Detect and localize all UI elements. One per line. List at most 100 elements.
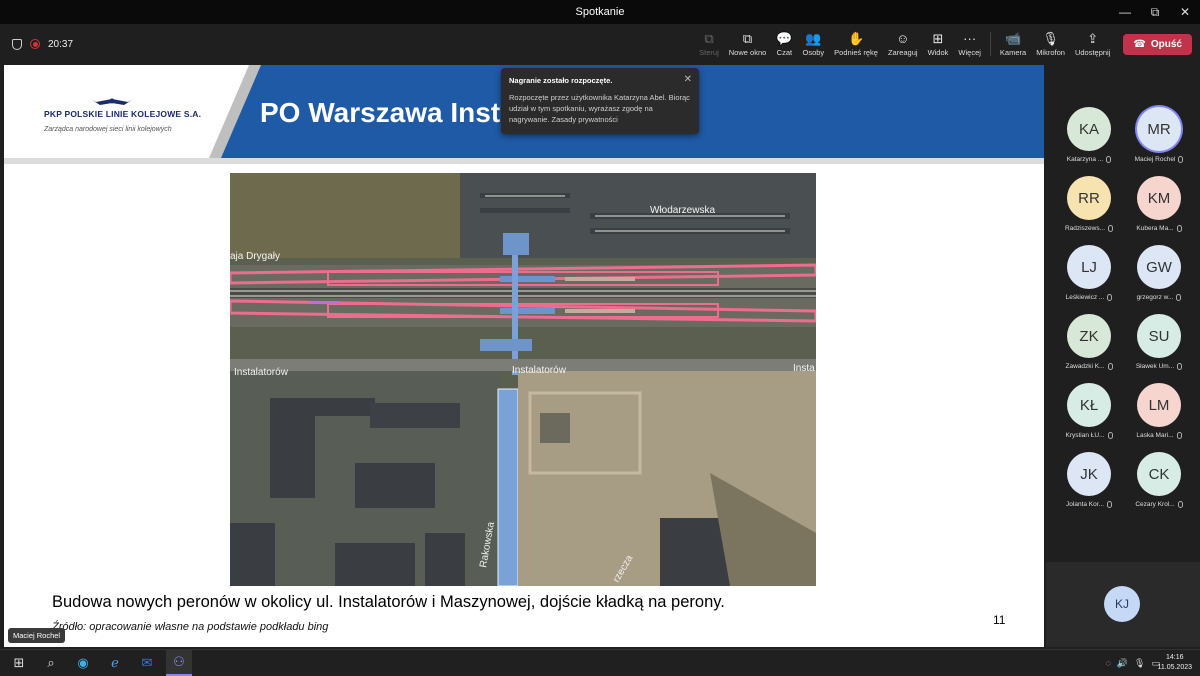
people-button[interactable]: 👥 Osoby bbox=[797, 24, 829, 64]
audio-icon[interactable]: 🔊 bbox=[1117, 658, 1128, 669]
new-window-button-label: Nowe okno bbox=[728, 47, 767, 57]
mic-muted-icon bbox=[1176, 225, 1182, 232]
slide-source: Źródło: opracowanie własne na podstawie … bbox=[52, 621, 329, 633]
participant-avatar: SU bbox=[1137, 314, 1181, 358]
window-controls: — ⧉ ✕ bbox=[1110, 0, 1200, 24]
participant-avatar: LM bbox=[1137, 383, 1181, 427]
participant-tile[interactable]: SU Sławek Um... bbox=[1124, 314, 1194, 376]
take-control-button[interactable]: ⧉ Steruj bbox=[694, 24, 724, 64]
participant-tile[interactable]: MR Maciej Rochel bbox=[1124, 107, 1194, 169]
slide-title: PO Warszawa Inst bbox=[260, 97, 501, 128]
mic-muted-icon bbox=[1106, 156, 1112, 163]
participants-panel: KA Katarzyna ... MR Maciej Rochel RR Radzisze… bbox=[1046, 65, 1200, 647]
notification-body: Rozpoczęte przez użytkownika Katarzyna A… bbox=[509, 93, 690, 124]
participant-name-row: Zawadzki K... bbox=[1065, 363, 1113, 370]
participant-tile[interactable]: KŁ Krystian ŁU... bbox=[1054, 383, 1124, 445]
participant-name-row: Leśkiewicz ... bbox=[1066, 294, 1113, 301]
windows-taskbar: ⊞ ⌕ ◉ ℯ ✉ ⚇ ◌ 🔊 🎙 ▭ 14:16 11.05.2023 bbox=[0, 649, 1200, 676]
recording-notification: Nagranie zostało rozpoczęte. Rozpoczęte … bbox=[501, 68, 699, 134]
participant-avatar: RR bbox=[1067, 176, 1111, 220]
participant-name: Jolanta Kor... bbox=[1066, 501, 1104, 508]
new-window-icon: ⧉ bbox=[742, 30, 753, 46]
participant-tile[interactable]: LJ Leśkiewicz ... bbox=[1054, 245, 1124, 307]
participant-name-row: Cezary Krol... bbox=[1135, 501, 1183, 508]
participant-tile[interactable]: ZK Zawadzki K... bbox=[1054, 314, 1124, 376]
outlook-icon[interactable]: ✉ bbox=[134, 650, 160, 676]
participant-tile[interactable]: JK Jolanta Kor... bbox=[1054, 452, 1124, 514]
mic-muted-icon bbox=[1106, 501, 1112, 508]
pkp-logo: PKP POLSKIE LINIE KOLEJOWE S.A. Zarządca… bbox=[4, 65, 249, 158]
leave-button[interactable]: ☎ Opuść bbox=[1123, 33, 1192, 55]
new-window-button[interactable]: ⧉ Nowe okno bbox=[724, 24, 772, 64]
raise-hand-icon: ✋ bbox=[847, 30, 865, 46]
close-icon[interactable]: ✕ bbox=[684, 74, 692, 85]
taskbar-date: 11.05.2023 bbox=[1157, 664, 1192, 671]
participant-name-row: Sławek Um... bbox=[1135, 363, 1183, 370]
react-button-label: Zareaguj bbox=[887, 47, 918, 57]
self-avatar: KJ bbox=[1104, 586, 1140, 622]
view-button[interactable]: ⊞ Widok bbox=[923, 24, 954, 64]
meeting-controls: ⧉ Steruj ⧉ Nowe okno 💬 Czat 👥 Osoby ✋ Podnieś ręk… bbox=[694, 24, 1192, 64]
participant-name-row: Radziszews... bbox=[1065, 225, 1114, 232]
participant-name: Sławek Um... bbox=[1135, 363, 1175, 370]
window-title: Spotkanie bbox=[575, 6, 625, 18]
participant-avatar: LJ bbox=[1067, 245, 1111, 289]
react-icon: ☺ bbox=[896, 30, 910, 46]
logo-company-name: PKP POLSKIE LINIE KOLEJOWE S.A. bbox=[44, 109, 202, 119]
take-control-icon: ⧉ bbox=[704, 30, 714, 46]
participant-name-row: Laska Mari... bbox=[1136, 432, 1182, 439]
mic-muted-icon bbox=[1107, 363, 1113, 370]
participant-tile[interactable]: GW grzegorz w... bbox=[1124, 245, 1194, 307]
slide-caption: Budowa nowych peronów w okolicy ul. Inst… bbox=[52, 593, 725, 611]
participant-name: Zawadzki K... bbox=[1065, 363, 1105, 370]
mic-muted-icon bbox=[1108, 225, 1114, 232]
microphone-tray-icon[interactable]: 🎙 bbox=[1134, 658, 1145, 669]
participant-tile[interactable]: KM Kubera Ma... bbox=[1124, 176, 1194, 238]
aerial-map: Włodarzewska aja Drygały Instalatorów In… bbox=[230, 173, 816, 586]
maximize-button[interactable]: ⧉ bbox=[1140, 0, 1170, 24]
chat-button[interactable]: 💬 Czat bbox=[771, 24, 797, 64]
microphone-button-label: Mikrofon bbox=[1036, 47, 1065, 57]
participant-avatar: KA bbox=[1067, 107, 1111, 151]
edge-icon[interactable]: ◉ bbox=[70, 650, 96, 676]
aerial-map-image: Włodarzewska aja Drygały Instalatorów In… bbox=[230, 173, 816, 586]
participant-tile[interactable]: LM Laska Mari... bbox=[1124, 383, 1194, 445]
participant-tile[interactable]: CK Cezary Krol... bbox=[1124, 452, 1194, 514]
participant-name: Leśkiewicz ... bbox=[1065, 294, 1105, 301]
view-button-label: Widok bbox=[927, 47, 949, 57]
self-view: KJ bbox=[1046, 562, 1200, 647]
participant-name: Laska Mari... bbox=[1136, 432, 1174, 439]
recording-icon bbox=[30, 39, 40, 49]
more-button[interactable]: ··· Więcej bbox=[953, 24, 986, 64]
teams-icon[interactable]: ⚇ bbox=[166, 650, 192, 676]
more-button-label: Więcej bbox=[958, 47, 981, 57]
internet-explorer-icon[interactable]: ℯ bbox=[102, 650, 128, 676]
close-window-button[interactable]: ✕ bbox=[1170, 0, 1200, 24]
search-icon[interactable]: ⌕ bbox=[38, 650, 64, 676]
participant-name: Katarzyna ... bbox=[1066, 156, 1104, 163]
share-button[interactable]: ⇪ Udostępnij bbox=[1070, 24, 1115, 64]
participant-name: Kubera Ma... bbox=[1136, 225, 1174, 232]
mic-muted-icon bbox=[1107, 294, 1113, 301]
camera-button[interactable]: 📹 Kamera bbox=[995, 24, 1031, 64]
participant-tile[interactable]: RR Radziszews... bbox=[1054, 176, 1124, 238]
more-icon: ··· bbox=[963, 30, 977, 46]
raise-hand-button[interactable]: ✋ Podnieś rękę bbox=[829, 24, 883, 64]
microphone-button[interactable]: 🎙 Mikrofon bbox=[1031, 24, 1070, 64]
taskbar-clock[interactable]: 14:16 11.05.2023 bbox=[1157, 653, 1192, 673]
camera-button-label: Kamera bbox=[999, 47, 1027, 57]
chat-button-label: Czat bbox=[776, 47, 793, 57]
mic-muted-icon bbox=[1178, 156, 1184, 163]
participant-tile[interactable]: KA Katarzyna ... bbox=[1054, 107, 1124, 169]
chat-icon: 💬 bbox=[776, 30, 793, 46]
participant-avatar: KŁ bbox=[1067, 383, 1111, 427]
view-icon: ⊞ bbox=[932, 30, 944, 46]
windows-start-icon[interactable]: ⊞ bbox=[6, 650, 32, 676]
minimize-button[interactable]: — bbox=[1110, 0, 1140, 24]
mic-muted-icon bbox=[1177, 501, 1183, 508]
mic-muted-icon bbox=[1176, 432, 1182, 439]
react-button[interactable]: ☺ Zareaguj bbox=[883, 24, 923, 64]
pkp-wings-icon bbox=[92, 98, 132, 105]
network-icon[interactable]: ◌ bbox=[1105, 658, 1110, 668]
leave-label: Opuść bbox=[1150, 38, 1182, 50]
